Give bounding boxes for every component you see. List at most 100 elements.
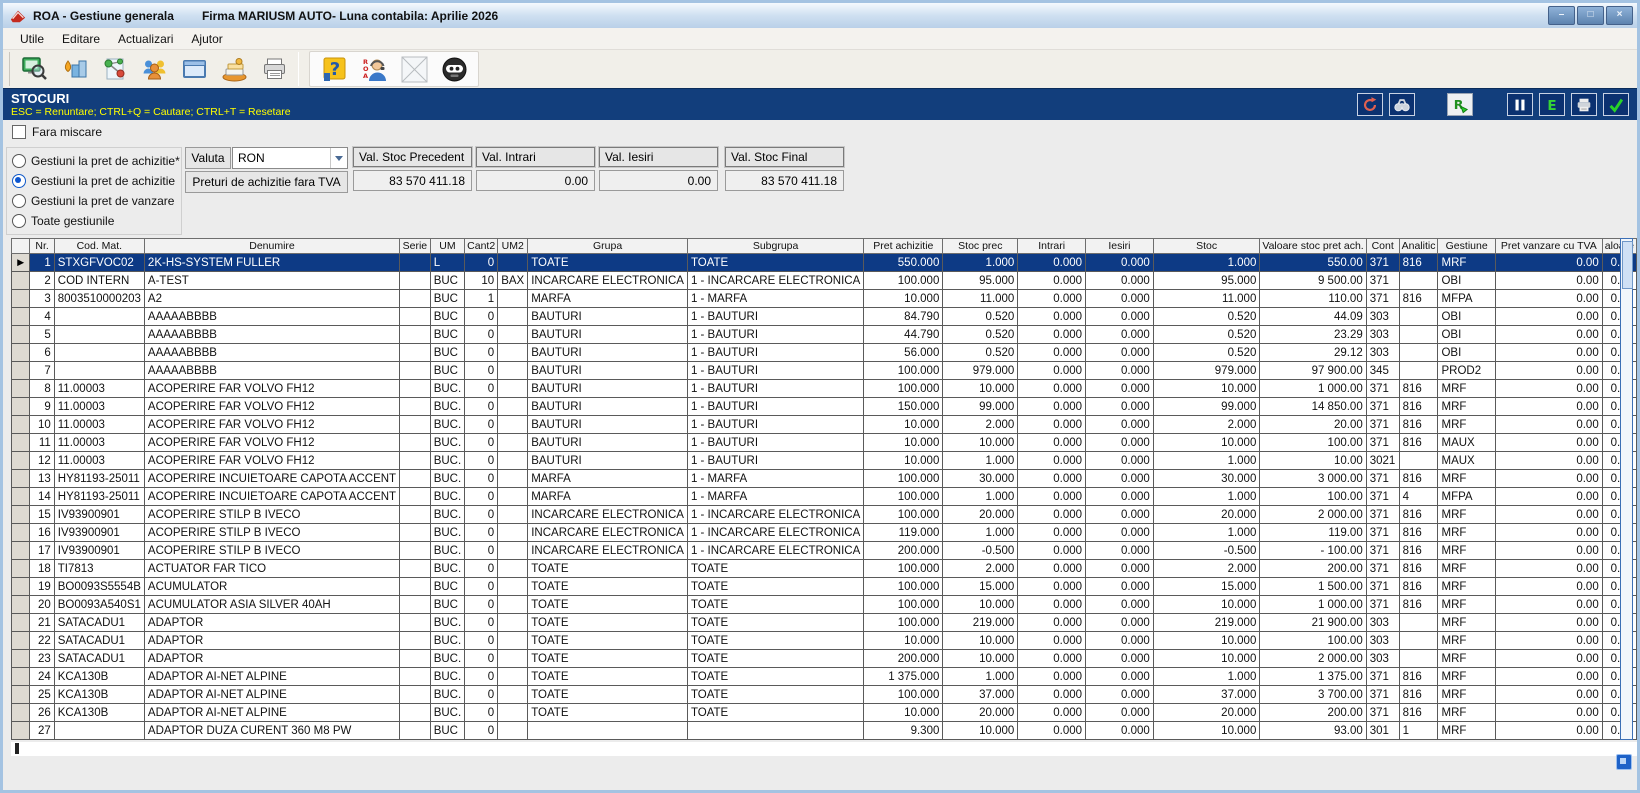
row-selector[interactable] bbox=[12, 272, 30, 290]
run-report-r-button[interactable]: R bbox=[1447, 93, 1473, 116]
row-selector[interactable] bbox=[12, 488, 30, 506]
fara-miscare-checkbox[interactable] bbox=[12, 125, 26, 139]
row-selector[interactable] bbox=[12, 416, 30, 434]
row-selector[interactable] bbox=[12, 434, 30, 452]
row-selector[interactable] bbox=[12, 308, 30, 326]
menu-item-ajutor[interactable]: Ajutor bbox=[182, 30, 231, 48]
table-row[interactable]: 38003510000203A2BUC1MARFA1 - MARFA10.000… bbox=[12, 290, 1637, 308]
close-button[interactable]: × bbox=[1606, 6, 1633, 25]
radio-circle[interactable] bbox=[12, 194, 26, 208]
table-row[interactable]: 7AAAAABBBBBUC0BAUTURI1 - BAUTURI100.0009… bbox=[12, 362, 1637, 380]
column-header-intrari[interactable]: Intrari bbox=[1018, 239, 1086, 254]
partners-button-icon[interactable] bbox=[138, 54, 170, 84]
table-row[interactable]: 1011.00003ACOPERIRE FAR VOLVO FH12BUC.0B… bbox=[12, 416, 1637, 434]
row-selector[interactable] bbox=[12, 668, 30, 686]
menu-item-actualizari[interactable]: Actualizari bbox=[109, 30, 182, 48]
archive-button-icon[interactable] bbox=[218, 54, 250, 84]
menu-item-editare[interactable]: Editare bbox=[53, 30, 109, 48]
row-selector[interactable] bbox=[12, 596, 30, 614]
vertical-scrollbar[interactable] bbox=[1620, 238, 1633, 740]
column-header-um[interactable]: UM bbox=[430, 239, 464, 254]
column-header-stoc[interactable]: Stoc bbox=[1153, 239, 1260, 254]
minimize-button[interactable]: – bbox=[1548, 6, 1575, 25]
table-row[interactable]: ►1STXGFVOC022K-HS-SYSTEM FULLERL0TOATETO… bbox=[12, 254, 1637, 272]
table-row[interactable]: 27ADAPTOR DUZA CURENT 360 M8 PWBUC09.300… bbox=[12, 722, 1637, 740]
column-header-analitic[interactable]: Analitic bbox=[1399, 239, 1438, 254]
table-row[interactable]: 18TI7813ACTUATOR FAR TICOBUC.0TOATETOATE… bbox=[12, 560, 1637, 578]
table-row[interactable]: 2COD INTERNA-TESTBUC10BAXINCARCARE ELECT… bbox=[12, 272, 1637, 290]
search-binoculars-button[interactable] bbox=[1389, 93, 1415, 116]
row-selector[interactable] bbox=[12, 704, 30, 722]
valuta-select[interactable]: RON bbox=[232, 147, 348, 169]
table-row[interactable]: 13HY81193-25011ACOPERIRE INCUIETOARE CAP… bbox=[12, 470, 1637, 488]
row-selector[interactable]: ► bbox=[12, 254, 30, 272]
radio-circle[interactable] bbox=[12, 214, 26, 228]
window-button-icon[interactable] bbox=[178, 54, 210, 84]
row-selector[interactable] bbox=[12, 326, 30, 344]
pause-button[interactable] bbox=[1507, 93, 1533, 116]
reset-button[interactable] bbox=[1357, 93, 1383, 116]
table-row[interactable]: 15IV93900901ACOPERIRE STILP B IVECOBUC.0… bbox=[12, 506, 1637, 524]
table-row[interactable]: 25KCA130BADAPTOR AI-NET ALPINEBUC.0TOATE… bbox=[12, 686, 1637, 704]
column-header-iesiri[interactable]: Iesiri bbox=[1086, 239, 1154, 254]
print-grid-button[interactable] bbox=[1571, 93, 1597, 116]
radio-circle[interactable] bbox=[12, 174, 26, 188]
table-row[interactable]: 911.00003ACOPERIRE FAR VOLVO FH12BUC.0BA… bbox=[12, 398, 1637, 416]
table-row[interactable]: 811.00003ACOPERIRE FAR VOLVO FH12BUC.0BA… bbox=[12, 380, 1637, 398]
column-header-um2[interactable]: UM2 bbox=[498, 239, 528, 254]
column-header-subgrupa[interactable]: Subgrupa bbox=[687, 239, 863, 254]
row-selector[interactable] bbox=[12, 380, 30, 398]
chart-button-icon[interactable] bbox=[58, 54, 90, 84]
roa-assistance-button-icon[interactable]: ROA bbox=[358, 54, 390, 84]
column-header-grupa[interactable]: Grupa bbox=[528, 239, 688, 254]
table-row[interactable]: 14HY81193-25011ACOPERIRE INCUIETOARE CAP… bbox=[12, 488, 1637, 506]
row-selector[interactable] bbox=[12, 290, 30, 308]
column-header-denumire[interactable]: Denumire bbox=[144, 239, 399, 254]
table-row[interactable]: 20BO0093A540S1ACUMULATOR ASIA SILVER 40A… bbox=[12, 596, 1637, 614]
table-row[interactable]: 5AAAAABBBBBUC0BAUTURI1 - BAUTURI44.7900.… bbox=[12, 326, 1637, 344]
help-button-icon[interactable]: ? bbox=[318, 54, 350, 84]
column-header-cant2[interactable]: Cant2 bbox=[465, 239, 498, 254]
horizontal-scrollbar[interactable] bbox=[11, 742, 1637, 756]
row-selector[interactable] bbox=[12, 452, 30, 470]
radio-gestiuni-la-pret-de-achizitie[interactable]: Gestiuni la pret de achizitie bbox=[7, 171, 181, 191]
radio-circle[interactable] bbox=[12, 154, 26, 168]
table-row[interactable]: 1211.00003ACOPERIRE FAR VOLVO FH12BUC.0B… bbox=[12, 452, 1637, 470]
table-row[interactable]: 1111.00003ACOPERIRE FAR VOLVO FH12BUC.0B… bbox=[12, 434, 1637, 452]
row-selector[interactable] bbox=[12, 542, 30, 560]
column-header-cont[interactable]: Cont bbox=[1366, 239, 1399, 254]
row-selector[interactable] bbox=[12, 686, 30, 704]
vertical-scrollbar-thumb[interactable] bbox=[1622, 241, 1633, 289]
radio-gestiuni-la-pret-de-achizitie[interactable]: Gestiuni la pret de achizitie* bbox=[7, 151, 181, 171]
column-header-pret-vanzare-cu-tva[interactable]: Pret vanzare cu TVA bbox=[1495, 239, 1602, 254]
row-selector[interactable] bbox=[12, 650, 30, 668]
column-header-stoc-prec[interactable]: Stoc prec bbox=[943, 239, 1018, 254]
column-header-serie[interactable]: Serie bbox=[400, 239, 431, 254]
radio-toate-gestiunile[interactable]: Toate gestiunile bbox=[7, 211, 181, 231]
radio-gestiuni-la-pret-de-vanzare[interactable]: Gestiuni la pret de vanzare bbox=[7, 191, 181, 211]
table-row[interactable]: 23SATACADU1ADAPTORBUC.0TOATETOATE200.000… bbox=[12, 650, 1637, 668]
diagram-button-icon[interactable] bbox=[98, 54, 130, 84]
table-row[interactable]: 17IV93900901ACOPERIRE STILP B IVECOBUC.0… bbox=[12, 542, 1637, 560]
column-header-pret-achizitie[interactable]: Pret achizitie bbox=[864, 239, 943, 254]
chevron-down-icon[interactable] bbox=[330, 148, 347, 168]
column-header-nr[interactable]: Nr. bbox=[30, 239, 54, 254]
row-selector[interactable] bbox=[12, 506, 30, 524]
stock-search-button-icon[interactable] bbox=[18, 54, 50, 84]
row-selector[interactable] bbox=[12, 722, 30, 740]
row-selector[interactable] bbox=[12, 344, 30, 362]
print-button-icon[interactable] bbox=[258, 54, 290, 84]
table-row[interactable]: 16IV93900901ACOPERIRE STILP B IVECOBUC.0… bbox=[12, 524, 1637, 542]
row-selector[interactable] bbox=[12, 470, 30, 488]
maximize-button[interactable]: □ bbox=[1577, 6, 1604, 25]
horizontal-scrollbar-thumb[interactable] bbox=[15, 743, 19, 754]
column-header-cod-mat[interactable]: Cod. Mat. bbox=[54, 239, 144, 254]
menu-item-utile[interactable]: Utile bbox=[11, 30, 53, 48]
table-row[interactable]: 19BO0093S5554BACUMULATORBUC0TOATETOATE10… bbox=[12, 578, 1637, 596]
robot-assistant-button-icon[interactable] bbox=[438, 54, 470, 84]
row-selector[interactable] bbox=[12, 524, 30, 542]
table-row[interactable]: 6AAAAABBBBBUC0BAUTURI1 - BAUTURI56.0000.… bbox=[12, 344, 1637, 362]
row-selector[interactable] bbox=[12, 560, 30, 578]
row-selector[interactable] bbox=[12, 578, 30, 596]
table-row[interactable]: 4AAAAABBBBBUC0BAUTURI1 - BAUTURI84.7900.… bbox=[12, 308, 1637, 326]
